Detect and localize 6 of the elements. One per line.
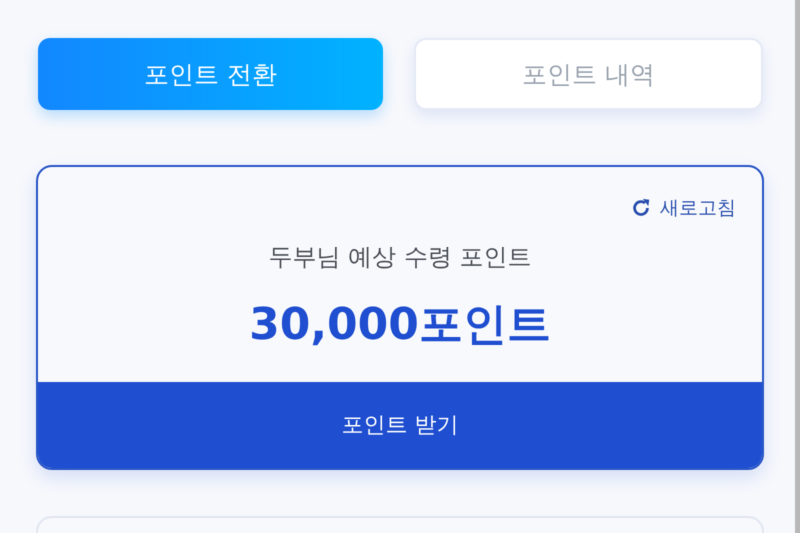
refresh-icon bbox=[630, 197, 652, 219]
receive-points-button[interactable]: 포인트 받기 bbox=[38, 382, 762, 468]
points-label: 두부님 예상 수령 포인트 bbox=[268, 242, 532, 273]
scrollbar[interactable] bbox=[795, 0, 800, 533]
refresh-button[interactable]: 새로고침 bbox=[630, 195, 736, 221]
points-amount: 30,000포인트 bbox=[248, 298, 552, 352]
